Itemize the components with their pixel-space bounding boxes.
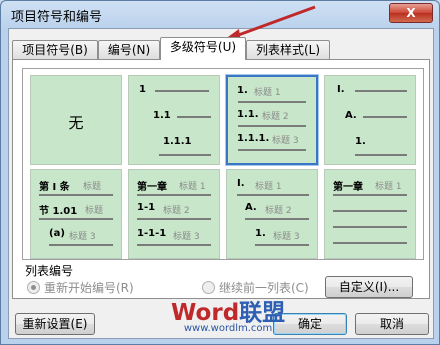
gallery-cell[interactable]: 1 1.1 1.1.1	[128, 75, 220, 165]
text-line	[333, 242, 407, 244]
text-line	[159, 154, 211, 156]
cancel-button[interactable]: 取消	[355, 313, 429, 335]
gallery-cell-none[interactable]: 无	[30, 75, 122, 165]
text-line	[333, 194, 407, 196]
heading-label: 标题 1	[375, 182, 402, 192]
heading-label: 标题 1	[179, 182, 206, 192]
gallery-cell-selected[interactable]: 1. 标题 1 1.1. 标题 2 1.1.1. 标题 3	[225, 74, 319, 166]
gallery-cell[interactable]: 第 I 条 标题 节 1.01 标题 (a) 标题 3	[30, 169, 122, 259]
heading-label: 标题 3	[272, 136, 299, 146]
heading-label: 标题 2	[262, 112, 289, 122]
list-numbering-label: 列表编号	[25, 264, 74, 278]
text-line	[49, 244, 113, 246]
text-line	[238, 125, 306, 127]
text-line	[237, 194, 309, 196]
text-line	[255, 244, 309, 246]
level-number: 1.1.1	[163, 136, 192, 147]
gallery-cell[interactable]: 第一章 标题 1 1-1 标题 2 1-1-1 标题 3	[128, 169, 220, 259]
level-number: 1.1.1.	[237, 133, 270, 144]
heading-label: 标题 1	[254, 88, 281, 98]
heading-label: 标题	[85, 206, 104, 216]
dialog-window: 项目符号和编号 X 项目符号(B) 编号(N) 多级符号(U) 列表样式(L) …	[0, 0, 440, 345]
radio-dot	[202, 281, 215, 294]
gallery-cell[interactable]: 第一章 标题 1	[324, 169, 416, 259]
level-number: 1.1	[153, 110, 171, 121]
heading-label: 标题 2	[265, 206, 292, 216]
text-line	[155, 90, 209, 92]
level-number: A.	[245, 202, 257, 213]
text-line	[333, 210, 407, 212]
none-label: 无	[68, 114, 84, 132]
text-line	[363, 116, 407, 118]
level-number: I.	[237, 178, 245, 189]
heading-label: 标题	[83, 182, 102, 192]
text-line	[333, 226, 407, 228]
radio-dot	[27, 281, 40, 294]
heading-label: 标题 3	[69, 232, 96, 242]
dialog-client-area: 项目符号(B) 编号(N) 多级符号(U) 列表样式(L) 无 1 1.1 1.…	[8, 28, 434, 339]
text-line	[355, 90, 407, 92]
restart-numbering-label: 重新开始编号(R)	[44, 281, 134, 295]
customize-button[interactable]: 自定义(I)...	[325, 276, 413, 298]
level-number: 1.	[355, 136, 366, 147]
level-number: 1-1	[137, 202, 156, 213]
heading-label: 标题 2	[163, 206, 190, 216]
level-number: 1.	[255, 228, 266, 239]
tab-numbering[interactable]: 编号(N)	[98, 40, 160, 59]
gallery-cell[interactable]: I. 标题 1 A. 标题 2 1. 标题 3	[226, 169, 318, 259]
tab-panel: 无 1 1.1 1.1.1 1. 标题 1 1.1. 标题 2 1.1.1. 标…	[12, 59, 430, 299]
text-line	[137, 194, 211, 196]
watermark: Word联盟 www.wordlm.com	[171, 301, 285, 334]
level-number: 1	[139, 84, 146, 95]
level-number: I.	[337, 84, 345, 95]
reset-button[interactable]: 重新设置(E)	[15, 313, 95, 335]
gallery-cell[interactable]: I. A. 1.	[324, 75, 416, 165]
heading-label: 标题 3	[173, 232, 200, 242]
close-button[interactable]: X	[389, 3, 433, 23]
watermark-logo: Word联盟	[171, 300, 286, 326]
tab-multilevel[interactable]: 多级符号(U)	[160, 37, 246, 60]
text-line	[137, 244, 211, 246]
heading-label: 标题 1	[255, 182, 282, 192]
continue-list-radio[interactable]: 继续前一列表(C)	[202, 279, 309, 296]
level-number: 节 1.01	[39, 206, 78, 217]
text-line	[355, 154, 407, 156]
style-gallery: 无 1 1.1 1.1.1 1. 标题 1 1.1. 标题 2 1.1.1. 标…	[22, 68, 424, 260]
text-line	[137, 218, 211, 220]
level-number: 1.	[237, 85, 248, 96]
text-line	[238, 101, 306, 103]
text-line	[177, 116, 211, 118]
text-line	[245, 218, 309, 220]
continue-list-label: 继续前一列表(C)	[219, 281, 309, 295]
heading-label: 标题 3	[273, 232, 300, 242]
level-number: 1-1-1	[137, 228, 167, 239]
level-number: A.	[345, 110, 357, 121]
window-title: 项目符号和编号	[11, 10, 103, 25]
text-line	[39, 218, 113, 220]
watermark-url: www.wordlm.com	[183, 323, 273, 334]
text-line	[238, 149, 306, 151]
level-number: 第 I 条	[39, 182, 70, 193]
restart-numbering-radio[interactable]: 重新开始编号(R)	[27, 279, 134, 296]
level-number: 第一章	[333, 182, 363, 193]
tab-bullets[interactable]: 项目符号(B)	[12, 40, 98, 59]
level-number: (a)	[49, 228, 65, 239]
level-number: 1.1.	[237, 109, 259, 120]
text-line	[39, 194, 113, 196]
level-number: 第一章	[137, 182, 167, 193]
